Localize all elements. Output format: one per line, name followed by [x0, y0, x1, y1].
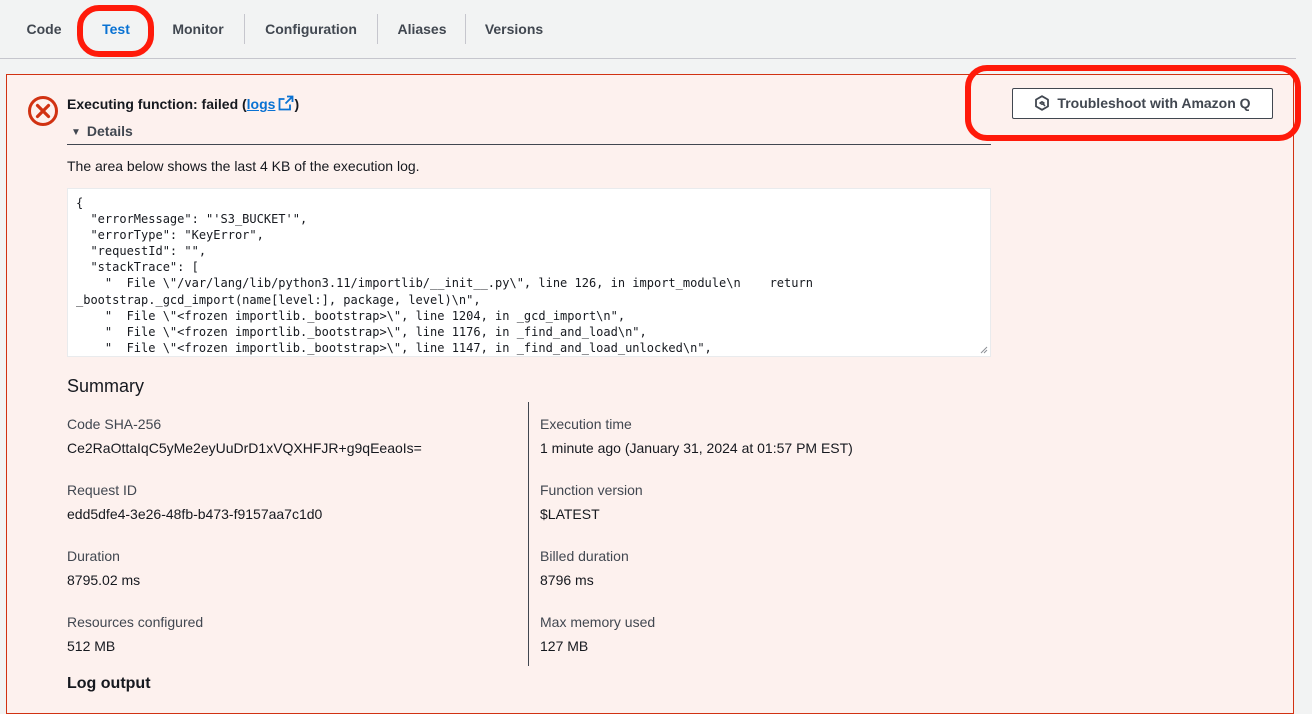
billed-duration-value: 8796 ms	[540, 572, 594, 588]
tab-bar: Code Test Monitor Configuration Aliases …	[0, 0, 1296, 59]
external-link-icon[interactable]	[278, 95, 294, 111]
tab-divider	[244, 14, 245, 44]
tab-code[interactable]: Code	[20, 0, 68, 58]
status-text: Executing function: failed (	[67, 96, 247, 112]
execution-status: Executing function: failed (logs)	[67, 95, 299, 113]
troubleshoot-amazon-q-button[interactable]: Troubleshoot with Amazon Q	[1012, 88, 1273, 119]
max-memory-label: Max memory used	[540, 614, 656, 630]
log-intro-text: The area below shows the last 4 KB of th…	[67, 158, 420, 174]
max-memory-value: 127 MB	[540, 638, 589, 654]
tab-versions[interactable]: Versions	[474, 0, 554, 58]
logs-link[interactable]: logs	[247, 96, 276, 112]
code-sha-label: Code SHA-256	[67, 416, 162, 432]
execution-log-textarea[interactable]: { "errorMessage": "'S3_BUCKET'", "errorT…	[67, 188, 991, 357]
troubleshoot-label: Troubleshoot with Amazon Q	[1057, 95, 1251, 111]
request-id-value: edd5dfe4-3e26-48fb-b473-f9157aa7c1d0	[67, 506, 323, 522]
amazon-q-icon	[1035, 95, 1050, 111]
resize-handle-icon[interactable]	[980, 346, 988, 354]
status-suffix: )	[294, 96, 300, 112]
code-sha-value: Ce2RaOttaIqC5yMe2eyUuDrD1xVQXHFJR+g9qEea…	[67, 440, 422, 456]
log-output-heading: Log output	[67, 675, 151, 692]
function-version-label: Function version	[540, 482, 643, 498]
duration-label: Duration	[67, 548, 120, 564]
tab-test[interactable]: Test	[92, 0, 140, 58]
function-version-value: $LATEST	[540, 506, 600, 522]
resources-configured-value: 512 MB	[67, 638, 116, 654]
tab-configuration[interactable]: Configuration	[254, 0, 368, 58]
caret-down-icon: ▼	[71, 127, 81, 138]
tab-divider	[377, 14, 378, 44]
duration-value: 8795.02 ms	[67, 572, 141, 588]
details-label: Details	[86, 123, 133, 139]
execution-time-value: 1 minute ago (January 31, 2024 at 01:57 …	[540, 440, 853, 456]
summary-heading: Summary	[67, 376, 145, 396]
request-id-label: Request ID	[67, 482, 138, 498]
execution-log-content: { "errorMessage": "'S3_BUCKET'", "errorT…	[76, 196, 813, 355]
tab-monitor[interactable]: Monitor	[160, 0, 236, 58]
tab-divider	[465, 14, 466, 44]
error-circle-x-icon	[28, 96, 58, 126]
summary-column-divider	[528, 402, 529, 666]
resources-configured-label: Resources configured	[67, 614, 204, 630]
execution-time-label: Execution time	[540, 416, 632, 432]
details-expander[interactable]: ▼ Details	[71, 122, 133, 140]
billed-duration-label: Billed duration	[540, 548, 629, 564]
tab-aliases[interactable]: Aliases	[386, 0, 458, 58]
details-divider	[67, 144, 991, 145]
